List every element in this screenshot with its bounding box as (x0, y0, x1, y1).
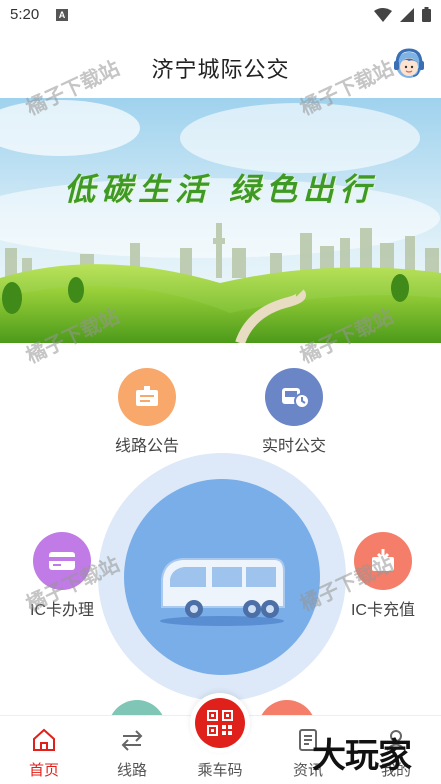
tab-routes-label: 线路 (116, 762, 147, 779)
feature-bottom-left[interactable] (108, 700, 166, 715)
feature-ic-card-apply-label: IC卡办理 (29, 602, 94, 619)
page-title: 济宁城际公交 (151, 57, 290, 82)
bus-center-button[interactable] (124, 479, 320, 675)
notification-icon: A (56, 9, 68, 21)
status-bar: 5:20 A (0, 0, 441, 32)
notice-board-icon (118, 368, 176, 426)
tab-home-label: 首页 (28, 762, 59, 779)
bus-icon (160, 558, 285, 626)
recharge-icon (354, 532, 412, 590)
ride-code-button[interactable] (180, 693, 260, 753)
banner-slogan: 低碳生活 绿色出行 (64, 172, 377, 208)
tab-routes[interactable]: 线路 (88, 716, 176, 784)
ride-code-circle (190, 693, 250, 753)
feature-realtime-bus[interactable]: 实时公交 (244, 368, 344, 456)
battery-icon (422, 7, 431, 22)
feature-ic-card-apply[interactable]: IC卡办理 (12, 532, 112, 620)
tab-home[interactable]: 首页 (0, 716, 88, 784)
feature-route-notice[interactable]: 线路公告 (97, 368, 197, 456)
banner-image (0, 98, 441, 343)
wifi-icon (374, 7, 392, 22)
status-time: 5:20 (10, 6, 40, 23)
tab-ride-code-label: 乘车码 (197, 762, 243, 779)
brand-watermark: 大玩家 (312, 736, 412, 776)
banner[interactable]: 低碳生活 绿色出行 (0, 98, 441, 343)
feature-ic-card-recharge-label: IC卡充值 (350, 602, 415, 619)
card-icon (33, 532, 91, 590)
app-header: 济宁城际公交 (0, 32, 441, 98)
main-feature-area: 线路公告 实时公交 IC卡办理 IC卡充值 (0, 343, 441, 715)
customer-service-icon[interactable] (389, 44, 429, 84)
feature-realtime-bus-label: 实时公交 (261, 438, 326, 455)
qr-code-icon (195, 698, 245, 748)
home-icon (33, 728, 55, 751)
swap-route-icon (121, 730, 143, 751)
feature-bottom-right[interactable] (258, 700, 316, 715)
feature-route-notice-label: 线路公告 (114, 438, 179, 455)
feature-ic-card-recharge[interactable]: IC卡充值 (333, 532, 433, 620)
signal-icon (400, 7, 414, 22)
status-icons (374, 7, 431, 22)
realtime-bus-icon (265, 368, 323, 426)
